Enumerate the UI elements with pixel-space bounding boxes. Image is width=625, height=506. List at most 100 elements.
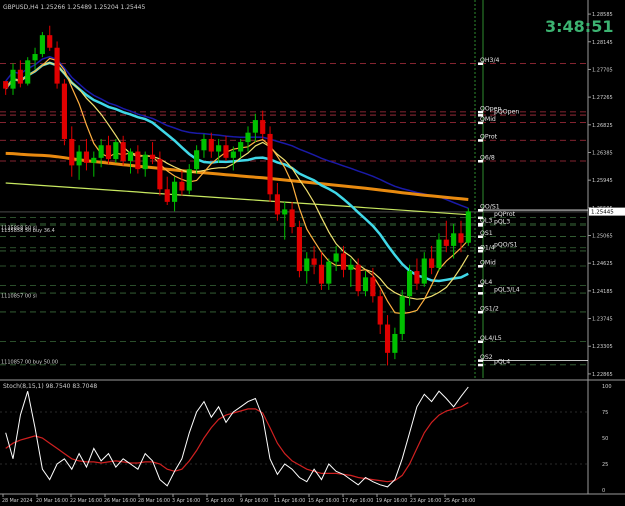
candle-body (201, 138, 207, 151)
level-label: pQProt (494, 211, 516, 218)
order-label: 1110857 00 sl (1, 293, 37, 299)
indicator-header: Stoch(8,15,1) 98.7540 83.7048 (3, 383, 97, 390)
candle-body (17, 69, 23, 84)
candle-body (216, 145, 222, 152)
candle-body (47, 35, 53, 48)
countdown-timer: 3:48:51 (545, 17, 613, 36)
candle-body (98, 145, 104, 158)
time-tick-label: 11 Apr 16:00 (274, 498, 305, 504)
candle-body (105, 145, 112, 160)
candle-body (245, 132, 251, 143)
level-marker (478, 159, 483, 163)
price-tick-label: 1.27265 (592, 95, 613, 101)
candle-body (194, 150, 200, 170)
level-label: pQO/S1 (494, 241, 518, 248)
candle-body (142, 154, 148, 170)
candle-body (296, 227, 302, 272)
candle-body (223, 145, 229, 158)
candle-body (149, 154, 156, 160)
price-tick-label: 1.25945 (592, 178, 613, 184)
candle-body (421, 258, 427, 284)
price-tick-label: 1.24625 (592, 261, 613, 267)
price-tick-label: 1.26385 (592, 150, 613, 156)
candle-body (157, 159, 163, 190)
candle-body (282, 209, 288, 215)
candle-body (54, 47, 60, 84)
level-marker (478, 62, 483, 65)
candle-body (407, 271, 413, 297)
candle-body (69, 138, 75, 166)
time-tick-label: 28 Mar 16:00 (138, 498, 170, 504)
level-marker (478, 110, 483, 114)
candle-body (274, 194, 280, 215)
candle-body (179, 181, 185, 191)
candle-body (414, 271, 420, 284)
level-marker (478, 249, 483, 253)
level-marker (478, 121, 483, 125)
candle-body (304, 258, 310, 272)
candle-body (377, 296, 383, 325)
time-tick-label: 20 Mar 16:00 (36, 498, 68, 504)
candle-body (362, 277, 369, 292)
candle-body (384, 324, 391, 353)
time-tick-label: 15 Apr 16:00 (308, 498, 339, 504)
level-marker (478, 292, 483, 295)
level-label: pQL3/L4 (494, 287, 520, 294)
candle-body (443, 239, 449, 246)
candle-body (311, 258, 317, 265)
level-label: pQOpen (494, 109, 519, 116)
candle-body (238, 142, 244, 152)
candle-body (355, 264, 361, 292)
candle-body (120, 142, 126, 161)
candle-body (10, 69, 16, 89)
price-tick-label: 1.26825 (592, 123, 613, 129)
level-marker (478, 284, 483, 288)
candle-body (333, 253, 339, 262)
level-marker (478, 139, 483, 142)
stoch-tick-label: 75 (602, 410, 608, 416)
stoch-tick-label: 50 (602, 436, 608, 442)
level-marker (478, 340, 483, 344)
candle-body (39, 35, 45, 55)
candle-body (91, 157, 97, 163)
candle-body (451, 233, 457, 246)
trading-chart[interactable]: QH3/4QOpenpQOpenQMidQProtQ6/8QO/S1pQProt… (0, 0, 625, 506)
candle-body (436, 239, 442, 268)
candle-body (3, 81, 9, 89)
price-tick-label: 1.27705 (592, 67, 613, 73)
candle-body (267, 133, 273, 195)
time-tick-label: 22 Mar 16:00 (70, 498, 102, 504)
candle-body (61, 83, 67, 139)
candle-body (32, 54, 38, 61)
candle-body (289, 209, 295, 228)
order-label: 1110857 00 buy 50.00 (1, 360, 58, 366)
candle-body (76, 151, 82, 166)
candle-body (252, 120, 258, 133)
level-marker (478, 363, 483, 367)
time-tick-label: 23 Apr 16:00 (410, 498, 441, 504)
candle-body (429, 258, 435, 268)
stoch-tick-label: 100 (602, 384, 612, 390)
candle-body (370, 277, 376, 297)
candle-body (127, 151, 134, 161)
stoch-tick-label: 25 (602, 462, 608, 468)
candle-body (260, 120, 266, 134)
order-label: 1135858 50 buy 36.4 (1, 228, 55, 234)
candle-body (172, 181, 178, 202)
price-tick-label: 1.28145 (592, 40, 613, 46)
level-marker (478, 310, 483, 314)
time-tick-label: 9 Apr 16:00 (240, 498, 268, 504)
candle-body (318, 264, 325, 284)
candle-body (392, 333, 398, 353)
symbol-header: GBPUSD,H4 1.25266 1.25489 1.25204 1.2544… (3, 4, 145, 11)
price-tick-label: 1.24185 (592, 289, 613, 295)
time-tick-label: 5 Apr 16:00 (206, 498, 234, 504)
level-marker (478, 235, 483, 238)
time-tick-label: 26 Mar 16:00 (104, 498, 136, 504)
level-marker (478, 224, 483, 227)
price-tick-label: 1.22865 (592, 372, 613, 378)
price-tick-label: 1.25065 (592, 234, 613, 240)
candle-body (465, 211, 471, 243)
level-label: QL4/L5 (480, 335, 502, 342)
candle-body (326, 261, 332, 284)
